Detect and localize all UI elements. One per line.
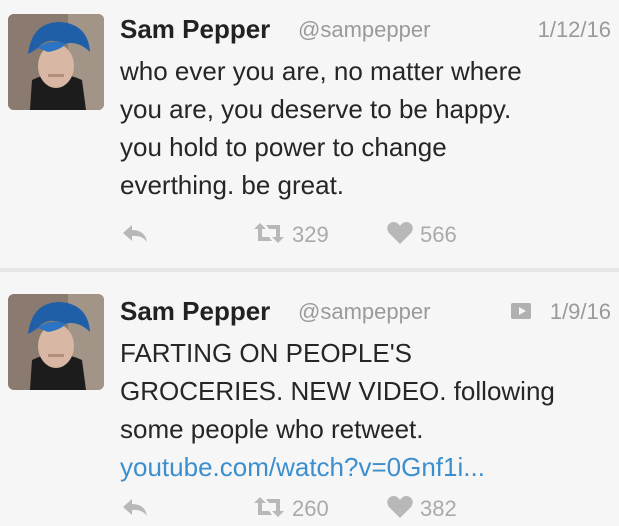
author-name[interactable]: Sam Pepper	[120, 296, 270, 327]
retweet-count: 329	[292, 222, 329, 247]
retweet-button[interactable]: 329	[252, 220, 329, 250]
tweet-text-line: GROCERIES. NEW VIDEO. following	[120, 376, 555, 406]
avatar[interactable]	[8, 294, 104, 390]
tweet-1[interactable]: Sam Pepper @sampepper 1/12/16 who ever y…	[0, 0, 619, 270]
heart-icon	[386, 221, 414, 250]
tweet-text: who ever you are, no matter where you ar…	[120, 52, 600, 204]
reply-icon	[120, 221, 150, 250]
like-count: 566	[420, 222, 457, 247]
tweet-actions: 260 382	[120, 494, 540, 524]
video-icon	[510, 301, 534, 321]
tweet-date[interactable]: 1/12/16	[538, 17, 611, 43]
tweet-text-line: some people who retweet.	[120, 414, 424, 444]
retweet-icon	[252, 495, 286, 524]
tweet-text-line: you are, you deserve to be happy.	[120, 94, 512, 124]
tweet-text-line: FARTING ON PEOPLE'S	[120, 338, 413, 368]
reply-icon	[120, 495, 150, 524]
tweet-text: FARTING ON PEOPLE'S GROCERIES. NEW VIDEO…	[120, 334, 600, 486]
tweet-text-line: who ever you are, no matter where	[120, 56, 522, 86]
like-button[interactable]: 566	[386, 220, 457, 250]
tweet-text-line: everthing. be great.	[120, 170, 345, 200]
author-handle[interactable]: @sampepper	[298, 17, 430, 43]
heart-icon	[386, 495, 414, 524]
author-name[interactable]: Sam Pepper	[120, 14, 270, 45]
tweet-feed: Sam Pepper @sampepper 1/12/16 who ever y…	[0, 0, 619, 526]
like-button[interactable]: 382	[386, 494, 457, 524]
reply-button[interactable]	[120, 494, 150, 524]
retweet-button[interactable]: 260	[252, 494, 329, 524]
tweet-actions: 329 566	[120, 220, 540, 250]
retweet-icon	[252, 221, 286, 250]
avatar[interactable]	[8, 14, 104, 110]
tweet-2[interactable]: Sam Pepper @sampepper 1/9/16 FARTING ON …	[0, 272, 619, 526]
tweet-text-line: you hold to power to change	[120, 132, 447, 162]
author-handle[interactable]: @sampepper	[298, 299, 430, 325]
retweet-count: 260	[292, 496, 329, 521]
reply-button[interactable]	[120, 220, 150, 250]
like-count: 382	[420, 496, 457, 521]
tweet-link[interactable]: youtube.com/watch?v=0Gnf1i...	[120, 448, 600, 486]
tweet-date[interactable]: 1/9/16	[550, 299, 611, 325]
